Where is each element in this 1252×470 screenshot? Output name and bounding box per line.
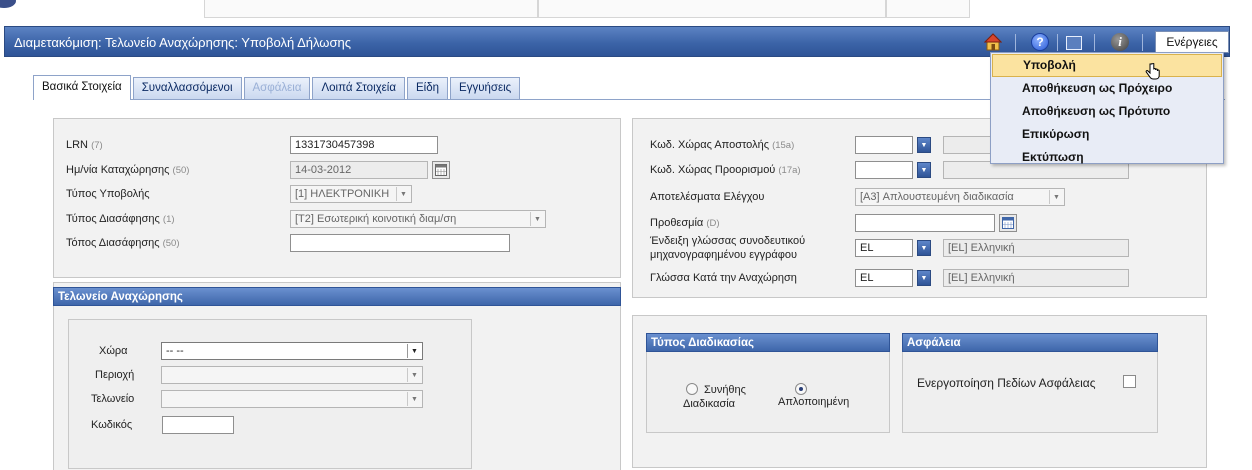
control-results-label: Αποτελέσματα Ελέγχου: [650, 191, 765, 203]
chevron-down-icon: ▼: [407, 344, 421, 358]
help-icon[interactable]: ?: [1031, 33, 1049, 51]
logo: [0, 0, 16, 8]
lrn-input[interactable]: 1331730457398: [290, 136, 438, 154]
office-select[interactable]: ▼: [161, 390, 423, 408]
tab-other-info[interactable]: Λοιπά Στοιχεία: [312, 77, 405, 100]
departure-office-header: Τελωνείο Αναχώρησης: [53, 287, 621, 306]
menu-item-submit[interactable]: Υποβολή: [992, 54, 1222, 77]
basic-info-panel: LRN (7) 1331730457398 Ημ/νία Καταχώρησης…: [53, 118, 621, 278]
procedure-normal-label-line2: Διαδικασία: [683, 398, 736, 410]
procedure-normal-label-line1: Συνήθης: [704, 384, 746, 396]
code-input[interactable]: [162, 416, 234, 434]
procedure-security-panel: Τύπος Διαδικασίας Συνήθης Διαδικασία Απλ…: [632, 315, 1207, 468]
control-results-select[interactable]: [A3] Απλουστευμένη διαδικασία ▼: [855, 188, 1065, 206]
security-fields-label: Ενεργοποίηση Πεδίων Ασφάλειας: [917, 376, 1096, 390]
chevron-down-icon: ▼: [407, 392, 421, 406]
departure-language-dropdown-button[interactable]: ▼: [917, 270, 931, 286]
doc-language-label-line2: μηχανογραφημένου εγγράφου: [650, 249, 797, 261]
security-fields-checkbox[interactable]: [1123, 375, 1136, 388]
region-select[interactable]: ▼: [161, 366, 423, 384]
reg-date-label: Ημ/νία Καταχώρησης (50): [66, 164, 190, 176]
tab-security[interactable]: Ασφάλεια: [243, 77, 311, 100]
calendar-icon[interactable]: [432, 161, 450, 179]
doc-language-dropdown-button[interactable]: ▼: [917, 240, 931, 256]
declaration-place-input[interactable]: [290, 234, 510, 252]
submission-type-label: Τύπος Υποβολής: [66, 188, 150, 200]
dispatch-country-input[interactable]: [855, 136, 913, 154]
submission-type-select[interactable]: [1] ΗΛΕΚΤΡΟΝΙΚΗ ▼: [290, 185, 412, 203]
hand-cursor-icon: [1145, 63, 1160, 80]
tab-items[interactable]: Είδη: [407, 77, 449, 100]
toolbar-separator: [1142, 34, 1143, 51]
procedure-type-box: Τύπος Διαδικασίας Συνήθης Διαδικασία Απλ…: [646, 333, 890, 433]
destination-country-input[interactable]: [855, 161, 913, 179]
declaration-place-label: Τόπος Διασάφησης (50): [66, 237, 180, 249]
procedure-simplified-label: Απλοποιημένη: [778, 396, 850, 408]
chevron-down-icon: ▼: [530, 212, 544, 226]
tab-basic-info[interactable]: Βασικά Στοιχεία: [33, 75, 131, 100]
dispatch-country-label: Κωδ. Χώρας Αποστολής (15a): [650, 139, 795, 151]
menu-item-validate[interactable]: Επικύρωση: [992, 123, 1222, 146]
toolbar-separator: [1057, 34, 1058, 51]
dispatch-country-dropdown-button[interactable]: ▼: [917, 137, 931, 153]
security-header: Ασφάλεια: [902, 333, 1158, 352]
menu-item-save-draft[interactable]: Αποθήκευση ως Πρόχειρο: [992, 77, 1222, 100]
toolbar-separator: [1094, 34, 1095, 51]
destination-country-dropdown-button[interactable]: ▼: [917, 162, 931, 178]
tab-guarantees[interactable]: Εγγυήσεις: [450, 77, 521, 100]
procedure-simplified-radio[interactable]: [795, 383, 807, 395]
declaration-type-select[interactable]: [T2] Εσωτερική κοινοτική διαμ/ση ▼: [290, 210, 546, 228]
top-strip: [0, 0, 1252, 22]
lrn-label: LRN (7): [66, 139, 103, 151]
top-strip-segment: [886, 0, 970, 18]
chevron-down-icon: ▼: [1049, 190, 1063, 204]
chevron-down-icon: ▼: [396, 187, 410, 201]
declaration-type-label: Τύπος Διασάφησης (1): [66, 213, 175, 225]
procedure-type-header: Τύπος Διαδικασίας: [646, 333, 890, 352]
window-title: Διαμετακόμιση: Τελωνείο Αναχώρησης: Υποβ…: [14, 35, 351, 50]
actions-button[interactable]: Ενέργειες: [1155, 31, 1229, 53]
calendar-icon[interactable]: [999, 214, 1017, 232]
toolbar-separator: [1015, 34, 1016, 51]
top-strip-segment: [538, 0, 886, 18]
security-box: Ασφάλεια Ενεργοποίηση Πεδίων Ασφάλειας: [902, 333, 1158, 433]
doc-language-description: [EL] Ελληνική: [943, 239, 1129, 257]
tab-bar: Βασικά Στοιχεία Συναλλασσόμενοι Ασφάλεια…: [33, 75, 521, 100]
country-label: Χώρα: [99, 345, 128, 357]
code-label: Κωδικός: [91, 419, 133, 431]
departure-office-inner: Χώρα -- -- ▼ Περιοχή ▼ Τελωνείο ▼ Κωδικός: [68, 319, 472, 469]
deadline-label: Προθεσμία (D): [650, 217, 720, 229]
doc-language-label-line1: Ένδειξη γλώσσας συνοδευτικού: [650, 235, 806, 247]
doc-language-input[interactable]: EL: [855, 239, 913, 257]
reg-date-input[interactable]: 14-03-2012: [290, 161, 428, 179]
region-label: Περιοχή: [95, 369, 135, 381]
departure-language-label: Γλώσσα Κατά την Αναχώρηση: [650, 272, 797, 284]
actions-menu: Υποβολή Αποθήκευση ως Πρόχειρο Αποθήκευσ…: [990, 52, 1224, 164]
departure-language-input[interactable]: EL: [855, 269, 913, 287]
menu-item-print[interactable]: Εκτύπωση: [992, 146, 1222, 169]
window-icon[interactable]: [1066, 36, 1082, 50]
departure-office-panel: Τελωνείο Αναχώρησης Χώρα -- -- ▼ Περιοχή …: [53, 282, 621, 470]
menu-item-save-template[interactable]: Αποθήκευση ως Πρότυπο: [992, 100, 1222, 123]
departure-language-description: [EL] Ελληνική: [943, 269, 1129, 287]
tab-parties[interactable]: Συναλλασσόμενοι: [132, 77, 242, 100]
deadline-input[interactable]: [855, 214, 995, 232]
top-strip-segment: [204, 0, 538, 18]
home-icon[interactable]: [983, 32, 1003, 52]
country-select[interactable]: -- -- ▼: [161, 342, 423, 360]
chevron-down-icon: ▼: [407, 368, 421, 382]
office-label: Τελωνείο: [91, 393, 135, 405]
info-icon[interactable]: i: [1111, 33, 1129, 51]
procedure-normal-radio[interactable]: [686, 383, 698, 395]
destination-country-label: Κωδ. Χώρας Προορισμού (17a): [650, 164, 801, 176]
